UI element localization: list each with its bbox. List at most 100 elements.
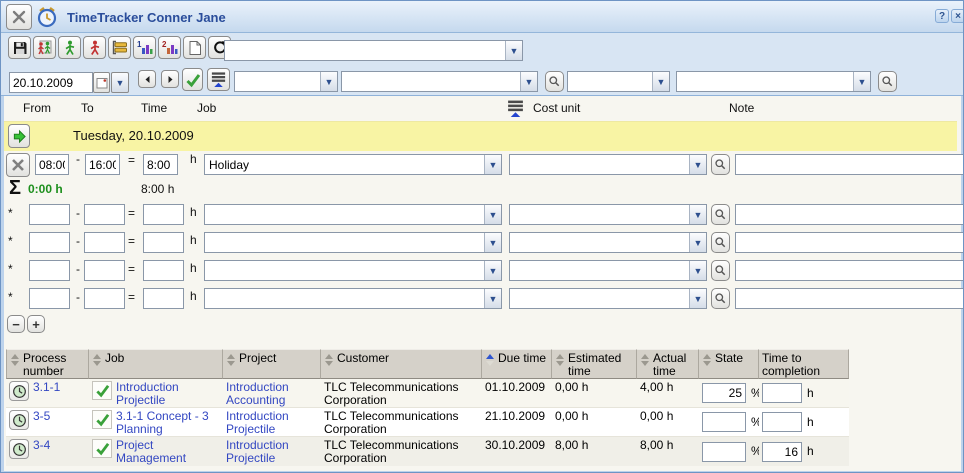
new-cost-unit-search-button-3[interactable] [711,288,730,309]
job-link[interactable]: Introduction Projectile [116,381,220,407]
sign-in-user-button[interactable] [58,36,81,59]
new-cost-unit-search-button-2[interactable] [711,260,730,281]
new-job-combo-2[interactable]: ▼ [204,260,502,281]
new-cost-unit-search-button-0[interactable] [711,204,730,225]
new-time-input-2[interactable] [143,260,184,281]
header-process-number[interactable]: Process number [6,349,89,379]
new-cost-unit-combo-2[interactable]: ▼ [509,260,707,281]
save-button[interactable] [8,36,31,59]
new-cost-unit-combo-3[interactable]: ▼ [509,288,707,309]
window-close-button[interactable] [6,4,32,30]
new-job-combo-3[interactable]: ▼ [204,288,502,309]
job-link[interactable]: Project Management [116,439,220,465]
date-dropdown-button[interactable]: ▼ [111,72,129,93]
new-note-input-3[interactable] [735,288,964,309]
new-to-input-3[interactable] [84,288,125,309]
new-job-combo-1[interactable]: ▼ [204,232,502,253]
new-job-combo-0[interactable]: ▼ [204,204,502,225]
state-input[interactable] [702,383,746,403]
walking-person-green-icon [62,40,78,56]
chevron-down-icon: ▼ [484,155,501,174]
state-input[interactable] [702,412,746,432]
remove-row-button[interactable]: − [7,315,25,333]
header-state[interactable]: State [699,349,759,379]
entry-from-input[interactable] [35,154,69,175]
new-from-input-0[interactable] [29,204,70,225]
new-time-input-1[interactable] [143,232,184,253]
state-input[interactable] [702,442,746,462]
chevron-down-icon: ▼ [689,233,706,252]
new-to-input-2[interactable] [84,260,125,281]
entry-cost-unit-combo[interactable]: ▼ [509,154,707,175]
completion-input[interactable] [762,442,802,462]
new-cost-unit-combo-1[interactable]: ▼ [509,232,707,253]
project-search-button[interactable] [545,71,564,92]
completion-input[interactable] [762,383,802,403]
new-from-input-2[interactable] [29,260,70,281]
entry-cost-unit-search-button[interactable] [711,154,730,175]
entry-to-input[interactable] [85,154,120,175]
sign-out-user-button[interactable] [83,36,106,59]
note-filter-combo[interactable]: ▼ [676,71,871,92]
track-process-button[interactable] [9,410,29,430]
apply-date-button[interactable] [182,68,203,91]
process-number-link[interactable]: 3-4 [33,439,50,452]
chevron-down-icon: ▼ [689,289,706,308]
sort-entries-button[interactable] [207,68,230,91]
report-2-button[interactable]: 2 [158,36,181,59]
new-from-input-1[interactable] [29,232,70,253]
edit-list-button[interactable] [108,36,131,59]
cost-unit-filter-combo[interactable]: ▼ [567,71,670,92]
project-link[interactable]: Introduction Accounting [226,380,289,407]
new-cost-unit-combo-0[interactable]: ▼ [509,204,707,225]
completion-input[interactable] [762,412,802,432]
new-document-button[interactable] [183,36,206,59]
process-number-link[interactable]: 3-5 [33,410,50,423]
previous-day-button[interactable] [138,70,156,88]
job-filter-combo[interactable]: ▼ [234,71,338,92]
header-actual-time[interactable]: Actual time [637,349,699,379]
header-due-time[interactable]: Due time [482,349,552,379]
new-note-input-0[interactable] [735,204,964,225]
new-time-input-3[interactable] [143,288,184,309]
header-customer[interactable]: Customer [321,349,482,379]
equals-label: = [128,153,135,167]
help-button[interactable]: ? [935,9,949,23]
report-1-button[interactable]: 1 [133,36,156,59]
header-estimated-time[interactable]: Estimated time [552,349,637,379]
new-from-input-3[interactable] [29,288,70,309]
new-cost-unit-search-button-1[interactable] [711,232,730,253]
sort-bars-icon[interactable] [506,99,525,118]
project-filter-combo[interactable]: ▼ [341,71,538,92]
process-number-link[interactable]: 3.1-1 [33,381,60,394]
new-time-input-0[interactable] [143,204,184,225]
entry-note-input[interactable] [735,154,964,175]
titlebar-close-button[interactable]: × [951,9,964,23]
column-time: Time [141,101,167,115]
new-note-input-1[interactable] [735,232,964,253]
track-process-button[interactable] [9,439,29,459]
add-row-button[interactable]: + [27,315,45,333]
entry-time-input[interactable] [143,154,178,175]
project-link[interactable]: Introduction Projectile [226,409,289,436]
new-note-input-2[interactable] [735,260,964,281]
calendar-button[interactable] [93,72,110,93]
entry-job-combo[interactable]: Holiday ▼ [204,154,502,175]
job-link[interactable]: 3.1-1 Concept - 3 Planning [116,410,220,436]
header-project[interactable]: Project [223,349,321,379]
start-tracking-button[interactable] [8,124,30,148]
date-input[interactable] [9,72,93,93]
next-day-button[interactable] [161,70,179,88]
project-link[interactable]: Introduction Projectile [226,438,289,465]
equals-label: = [128,262,135,276]
new-to-input-1[interactable] [84,232,125,253]
switch-user-button[interactable] [33,36,56,59]
new-to-input-0[interactable] [84,204,125,225]
header-job[interactable]: Job [89,349,223,379]
note-search-button[interactable] [878,71,897,92]
quick-task-combo[interactable]: ▼ [224,40,523,61]
delete-entry-button[interactable] [6,153,30,177]
track-process-button[interactable] [9,381,29,401]
sort-icon-active [486,354,494,366]
header-time-to-completion[interactable]: Time to completion [759,349,849,379]
